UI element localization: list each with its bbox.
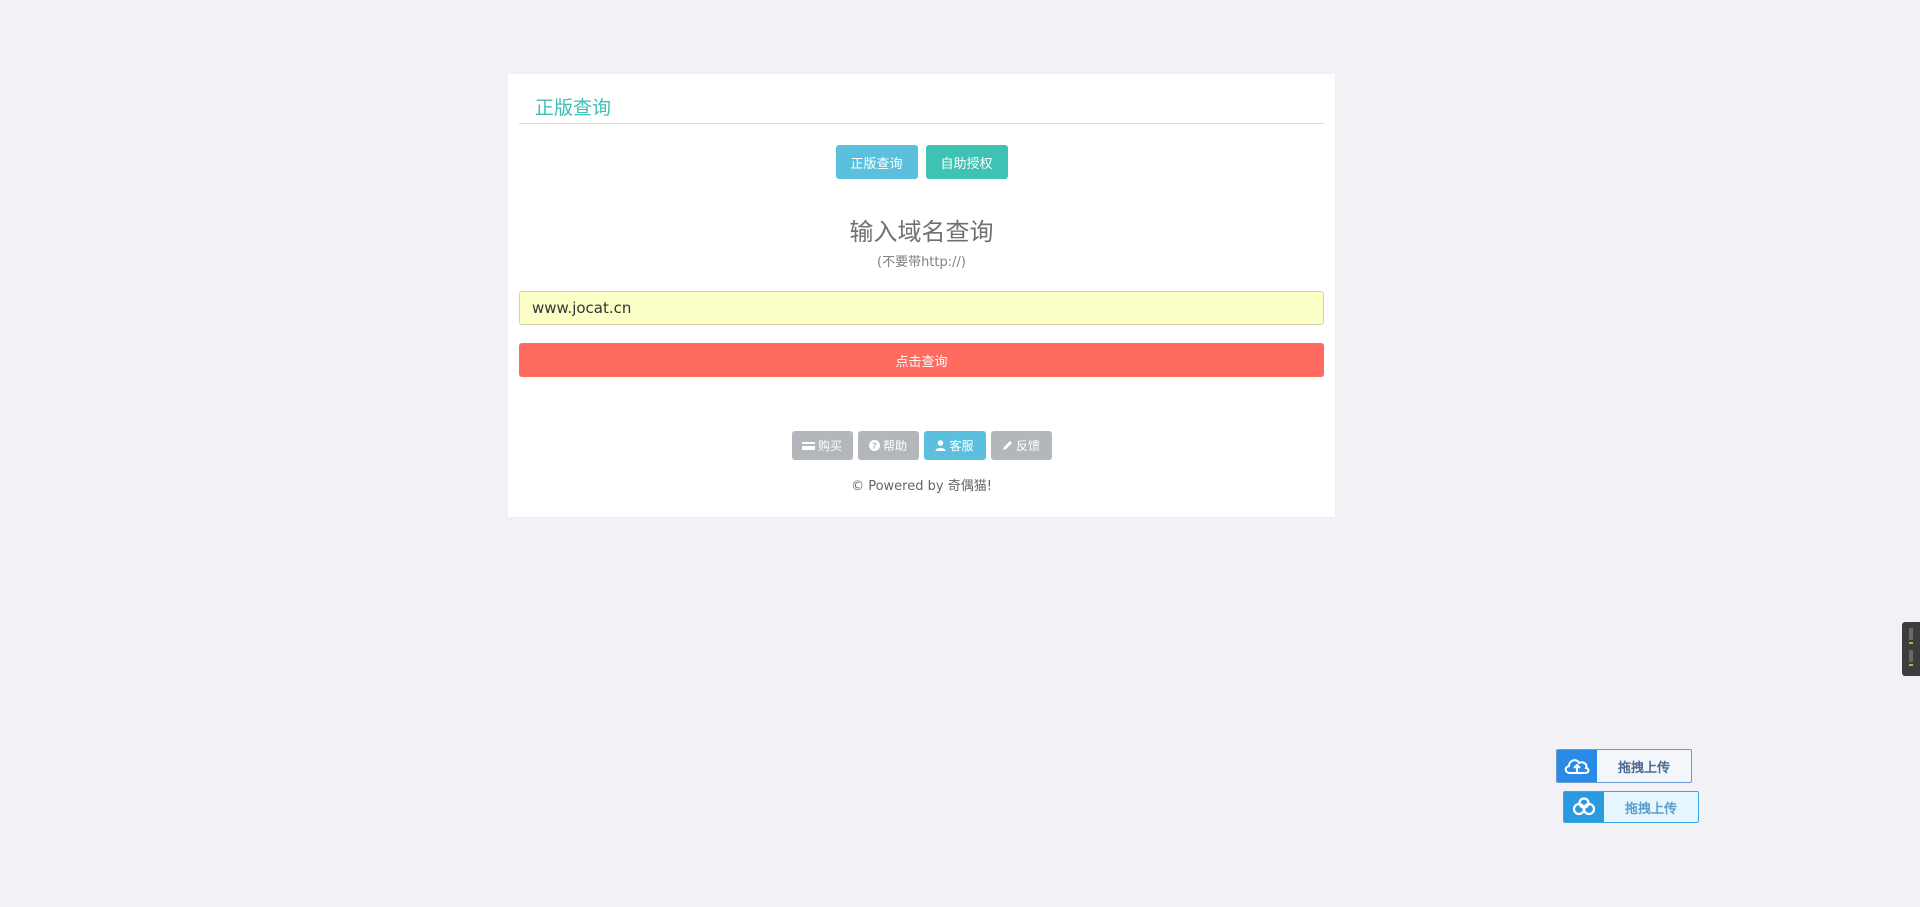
panel-title: 正版查询 — [535, 97, 612, 119]
submit-query-button[interactable]: 点击查询 — [519, 343, 1324, 377]
tab-genuine-query[interactable]: 正版查询 — [835, 145, 918, 179]
side-led-top — [1909, 642, 1913, 644]
domain-input[interactable] — [519, 291, 1324, 325]
icon-box — [1557, 750, 1597, 782]
drag-upload-button-1[interactable]: 拖拽上传 — [1556, 749, 1692, 783]
copyright-text: © Powered by 奇偶猫! — [851, 479, 992, 494]
support-button[interactable]: 客服 — [923, 431, 986, 460]
buy-label: 购买 — [817, 439, 842, 453]
help-button[interactable]: ? 帮助 — [857, 431, 919, 460]
title-divider — [519, 123, 1324, 124]
drag-upload-button-2[interactable]: 拖拽上传 — [1563, 791, 1699, 823]
feedback-button[interactable]: 反馈 — [990, 431, 1052, 460]
drag-upload-label-2: 拖拽上传 — [1624, 801, 1677, 817]
drag-upload-label-1: 拖拽上传 — [1617, 760, 1670, 776]
feedback-label: 反馈 — [1015, 439, 1040, 453]
pencil-icon — [1002, 441, 1012, 450]
query-hint: (不要带http://) — [877, 255, 966, 270]
svg-text:?: ? — [872, 442, 877, 451]
side-bar-top — [1909, 628, 1913, 640]
tab-self-authorize[interactable]: 自助授权 — [925, 145, 1008, 179]
card-icon — [801, 441, 815, 450]
mode-tabs: 正版查询 自助授权 — [508, 145, 1335, 179]
query-heading: 输入域名查询 — [849, 218, 994, 246]
footer-actions: 购买 ? 帮助 客服 反馈 — [508, 431, 1335, 460]
side-toolbar-handle[interactable] — [1902, 622, 1920, 676]
query-panel: 正版查询 正版查询 自助授权 输入域名查询 (不要带http://) 点击查询 … — [508, 74, 1335, 517]
side-bar-bottom — [1909, 650, 1913, 662]
cloud-upload-icon — [1564, 759, 1590, 774]
side-led-bottom — [1909, 664, 1913, 666]
help-label: 帮助 — [882, 439, 907, 453]
baidu-cloud-icon — [1572, 797, 1596, 816]
icon-box — [1564, 792, 1604, 822]
support-label: 客服 — [949, 439, 974, 453]
help-icon: ? — [868, 440, 880, 451]
user-icon — [935, 440, 946, 451]
buy-button[interactable]: 购买 — [791, 431, 853, 460]
